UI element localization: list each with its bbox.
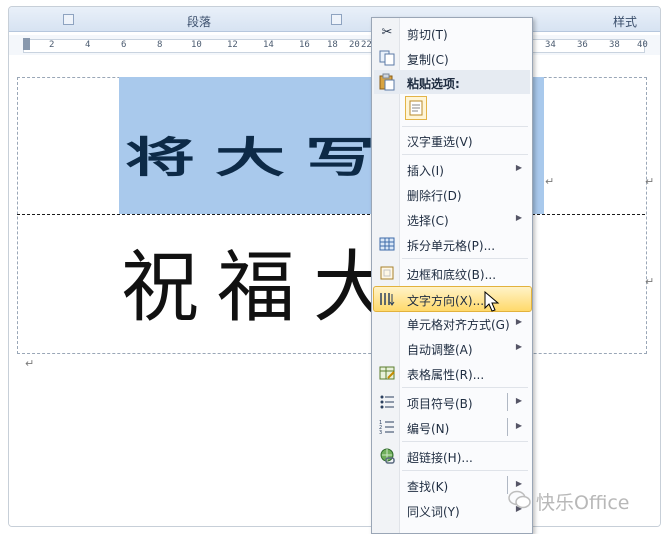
clipboard-icon	[378, 73, 396, 91]
menu-item-copy[interactable]: 复制(C)	[374, 46, 530, 70]
ruler-number: 12	[227, 40, 238, 50]
ruler-number: 4	[85, 40, 91, 50]
end-of-row-mark-icon: ↵	[645, 275, 655, 288]
wechat-logo-icon	[508, 490, 531, 509]
indent-marker-icon[interactable]	[23, 38, 30, 50]
submenu-arrow-icon[interactable]: ▶	[516, 396, 522, 405]
split-divider	[507, 393, 508, 411]
menu-item-synonyms[interactable]: 同义词(Y) ▶	[374, 498, 530, 522]
menu-item-label: 同义词(Y)	[407, 505, 460, 519]
menu-item-label: 选择(C)	[407, 214, 449, 228]
paste-keep-formatting-icon[interactable]	[405, 96, 427, 120]
menu-item-label: 编号(N)	[407, 422, 450, 436]
menu-item-label: 边框和底纹(B)...	[407, 268, 497, 282]
menu-item-label: 表格属性(R)...	[407, 368, 485, 382]
numbered-list-icon: 123	[378, 418, 396, 436]
selected-cell-text: 将大写	[125, 132, 395, 183]
menu-separator	[402, 470, 528, 471]
menu-separator	[402, 441, 528, 442]
submenu-arrow-icon: ▶	[515, 342, 522, 351]
font-dialog-launcher-icon[interactable]	[63, 14, 74, 25]
ruler-number: 10	[191, 40, 202, 50]
menu-item-label: 单元格对齐方式(G)	[407, 318, 510, 332]
ruler-number: 36	[577, 40, 588, 50]
ribbon-group-paragraph: 段落	[187, 15, 212, 29]
menu-separator	[402, 258, 528, 259]
menu-item-cell-alignment[interactable]: 单元格对齐方式(G) ▶	[374, 311, 530, 335]
menu-item-cut[interactable]: ✂ 剪切(T)	[374, 21, 530, 45]
menu-item-label: 项目符号(B)	[407, 397, 473, 411]
table-grid-icon	[378, 235, 396, 253]
end-of-row-mark-icon: ↵	[645, 175, 655, 188]
ruler-number: 34	[545, 40, 556, 50]
menu-item-label: 查找(K)	[407, 480, 449, 494]
word-window: 段落 样式 2 4 6 8 10 12 14 16 18 20 22 34 36…	[8, 6, 661, 527]
menu-item-numbering[interactable]: 123 编号(N) ▶	[374, 415, 530, 439]
mouse-pointer-icon	[484, 291, 500, 312]
menu-section-paste-options: 粘贴选项:	[374, 70, 530, 94]
document-area[interactable]: 将大写 祝福大 ↵ ↵ ↵ ↵	[9, 55, 660, 526]
menu-item-autofit[interactable]: 自动调整(A) ▶	[374, 336, 530, 360]
ruler-number: 8	[157, 40, 163, 50]
menu-item-label: 删除行(D)	[407, 189, 462, 203]
menu-item-select[interactable]: 选择(C) ▶	[374, 207, 530, 231]
menu-separator	[402, 154, 528, 155]
menu-item-reconvert[interactable]: 汉字重选(V)	[374, 128, 530, 152]
ribbon-group-bar: 段落 样式	[9, 7, 660, 32]
submenu-arrow-icon[interactable]: ▶	[516, 421, 522, 430]
menu-item-text-direction[interactable]: 文字方向(X)...	[373, 286, 532, 312]
ribbon-group-styles: 样式	[613, 15, 638, 29]
ruler-number: 6	[121, 40, 127, 50]
copy-icon	[378, 49, 396, 67]
scissors-icon: ✂	[381, 25, 393, 40]
table-properties-icon	[378, 364, 396, 382]
border-icon	[378, 264, 396, 282]
ruler-number: 18	[327, 40, 338, 50]
watermark-text: 快乐Office	[536, 492, 630, 514]
paragraph-dialog-launcher-icon[interactable]	[331, 14, 342, 25]
submenu-arrow-icon[interactable]: ▶	[516, 479, 522, 488]
menu-item-split-cells[interactable]: 拆分单元格(P)...	[374, 232, 530, 256]
menu-separator	[402, 387, 528, 388]
table-row-divider	[17, 214, 645, 215]
text-direction-icon	[378, 290, 396, 308]
context-menu: ✂ 剪切(T) 复制(C) 粘贴选项: 汉字重选(V) 插入(I) ▶ 删除行(…	[371, 17, 533, 534]
menu-item-hyperlink[interactable]: 超链接(H)...	[374, 444, 530, 468]
menu-item-label: 文字方向(X)...	[407, 294, 485, 308]
ruler-number: 2	[49, 40, 55, 50]
menu-item-delete-row[interactable]: 删除行(D)	[374, 182, 530, 206]
menu-separator	[402, 126, 528, 127]
menu-item-label: 粘贴选项:	[407, 77, 460, 91]
menu-item-label: 自动调整(A)	[407, 343, 473, 357]
menu-item-insert[interactable]: 插入(I) ▶	[374, 157, 530, 181]
table-cell-text[interactable]: 祝福大	[121, 225, 409, 337]
horizontal-ruler[interactable]: 2 4 6 8 10 12 14 16 18 20 22 34 36 38 40	[9, 35, 660, 56]
menu-item-borders-shading[interactable]: 边框和底纹(B)...	[374, 261, 530, 285]
ruler-number: 14	[263, 40, 274, 50]
menu-item-label: 超链接(H)...	[407, 451, 473, 465]
submenu-arrow-icon: ▶	[515, 317, 522, 326]
submenu-arrow-icon: ▶	[515, 213, 522, 222]
bulleted-list-icon	[378, 393, 396, 411]
menu-item-label: 剪切(T)	[407, 28, 448, 42]
ruler-number: 20	[349, 40, 360, 50]
menu-item-bullets[interactable]: 项目符号(B) ▶	[374, 390, 530, 414]
globe-link-icon	[378, 447, 396, 465]
menu-item-label: 插入(I)	[407, 164, 444, 178]
paragraph-mark-icon: ↵	[25, 357, 35, 370]
end-of-cell-mark-icon: ↵	[545, 175, 555, 188]
submenu-arrow-icon: ▶	[515, 163, 522, 172]
menu-item-lookup[interactable]: 查找(K) ▶	[374, 473, 530, 497]
ruler-number: 38	[609, 40, 620, 50]
menu-item-table-properties[interactable]: 表格属性(R)...	[374, 361, 530, 385]
menu-item-label: 汉字重选(V)	[407, 135, 473, 149]
svg-text:3: 3	[379, 430, 382, 436]
menu-item-label: 复制(C)	[407, 53, 449, 67]
menu-item-label: 拆分单元格(P)...	[407, 239, 496, 253]
split-divider	[507, 418, 508, 436]
ruler-number: 16	[299, 40, 310, 50]
ruler-number: 40	[637, 40, 648, 50]
